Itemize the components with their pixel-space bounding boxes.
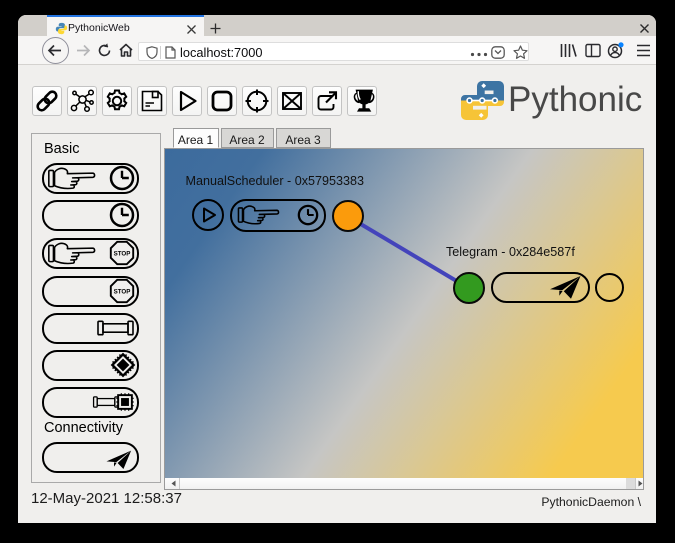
svg-text:STOP: STOP (114, 288, 131, 295)
svg-text:STOP: STOP (114, 250, 131, 257)
